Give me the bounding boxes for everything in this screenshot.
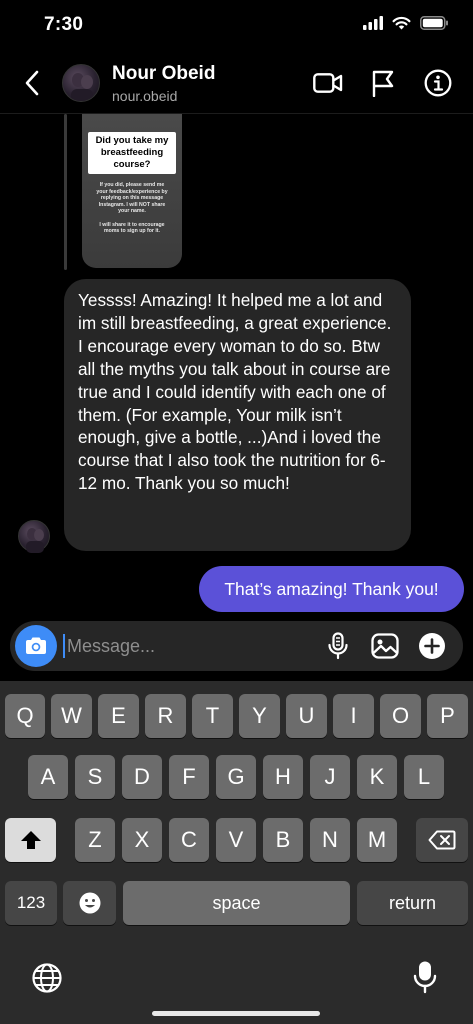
delete-icon	[428, 830, 456, 850]
microphone-icon	[328, 632, 348, 660]
gallery-icon	[371, 633, 399, 659]
status-bar: 7:30	[0, 0, 473, 52]
key-a[interactable]: A	[28, 755, 68, 799]
key-o[interactable]: O	[380, 694, 421, 738]
story-body-secondary: I will share it to encourage moms to sig…	[99, 221, 165, 235]
battery-icon	[420, 16, 449, 35]
numbers-key[interactable]: 123	[5, 881, 57, 925]
globe-icon	[32, 963, 62, 993]
chat-header: Nour Obeid nour.obeid	[0, 54, 473, 114]
shift-key[interactable]	[5, 818, 56, 862]
back-chevron-icon	[25, 70, 39, 96]
dictation-icon	[413, 961, 437, 994]
gallery-button[interactable]	[370, 631, 400, 661]
cellular-signal-icon	[363, 16, 383, 35]
key-c[interactable]: C	[169, 818, 209, 862]
contact-username[interactable]: nour.obeid	[112, 88, 177, 104]
dictation-button[interactable]	[407, 959, 443, 995]
video-call-button[interactable]	[313, 68, 343, 98]
key-w[interactable]: W	[51, 694, 92, 738]
back-button[interactable]	[18, 68, 46, 98]
key-x[interactable]: X	[122, 818, 162, 862]
video-call-icon	[313, 73, 343, 93]
key-s[interactable]: S	[75, 755, 115, 799]
key-g[interactable]: G	[216, 755, 256, 799]
key-j[interactable]: J	[310, 755, 350, 799]
story-title: Did you take my breastfeeding course?	[88, 132, 176, 174]
key-v[interactable]: V	[216, 818, 256, 862]
key-m[interactable]: M	[357, 818, 397, 862]
report-button[interactable]	[368, 68, 398, 98]
info-button[interactable]	[423, 68, 453, 98]
key-r[interactable]: R	[145, 694, 186, 738]
key-n[interactable]: N	[310, 818, 350, 862]
sent-message-text: That’s amazing! Thank you!	[224, 578, 439, 599]
globe-button[interactable]	[29, 960, 65, 996]
contact-name[interactable]: Nour Obeid	[112, 63, 215, 85]
add-icon	[419, 633, 445, 659]
key-u[interactable]: U	[286, 694, 327, 738]
home-indicator[interactable]	[152, 1011, 320, 1016]
voice-message-button[interactable]	[323, 631, 353, 661]
camera-button[interactable]	[15, 625, 57, 667]
received-message-text: Yessss! Amazing! It helped me a lot and …	[78, 290, 392, 494]
key-b[interactable]: B	[263, 818, 303, 862]
status-icons	[363, 16, 449, 35]
status-time: 7:30	[44, 14, 84, 35]
key-t[interactable]: T	[192, 694, 233, 738]
emoji-icon	[79, 892, 100, 914]
sender-avatar[interactable]	[18, 520, 50, 553]
contact-avatar[interactable]	[62, 64, 100, 102]
space-key[interactable]: space	[123, 881, 350, 925]
report-flag-icon	[372, 70, 394, 97]
received-message-bubble[interactable]: Yessss! Amazing! It helped me a lot and …	[64, 279, 411, 551]
key-h[interactable]: H	[263, 755, 303, 799]
shared-story-card[interactable]: Did you take my breastfeeding course? If…	[82, 114, 182, 268]
header-actions	[313, 68, 453, 98]
message-composer	[10, 621, 463, 671]
keyboard: Q W E R T Y U I O P A S D F G H J K L Z …	[0, 681, 473, 1024]
key-e[interactable]: E	[98, 694, 139, 738]
key-i[interactable]: I	[333, 694, 374, 738]
info-icon	[424, 69, 452, 97]
key-p[interactable]: P	[427, 694, 468, 738]
message-input[interactable]	[63, 634, 313, 658]
shift-icon	[20, 831, 41, 849]
key-d[interactable]: D	[122, 755, 162, 799]
key-q[interactable]: Q	[5, 694, 45, 738]
camera-icon	[26, 637, 46, 654]
key-f[interactable]: F	[169, 755, 209, 799]
key-k[interactable]: K	[357, 755, 397, 799]
sent-message-bubble[interactable]: That’s amazing! Thank you!	[199, 566, 464, 612]
wifi-icon	[392, 16, 411, 35]
add-content-button[interactable]	[417, 631, 447, 661]
key-l[interactable]: L	[404, 755, 444, 799]
key-z[interactable]: Z	[75, 818, 115, 862]
key-y[interactable]: Y	[239, 694, 280, 738]
story-body: If you did, please send me your feedback…	[96, 182, 168, 214]
emoji-key[interactable]	[63, 881, 116, 925]
story-reply-line	[64, 114, 67, 270]
composer-actions	[323, 631, 447, 661]
return-key[interactable]: return	[357, 881, 468, 925]
delete-key[interactable]	[416, 818, 468, 862]
